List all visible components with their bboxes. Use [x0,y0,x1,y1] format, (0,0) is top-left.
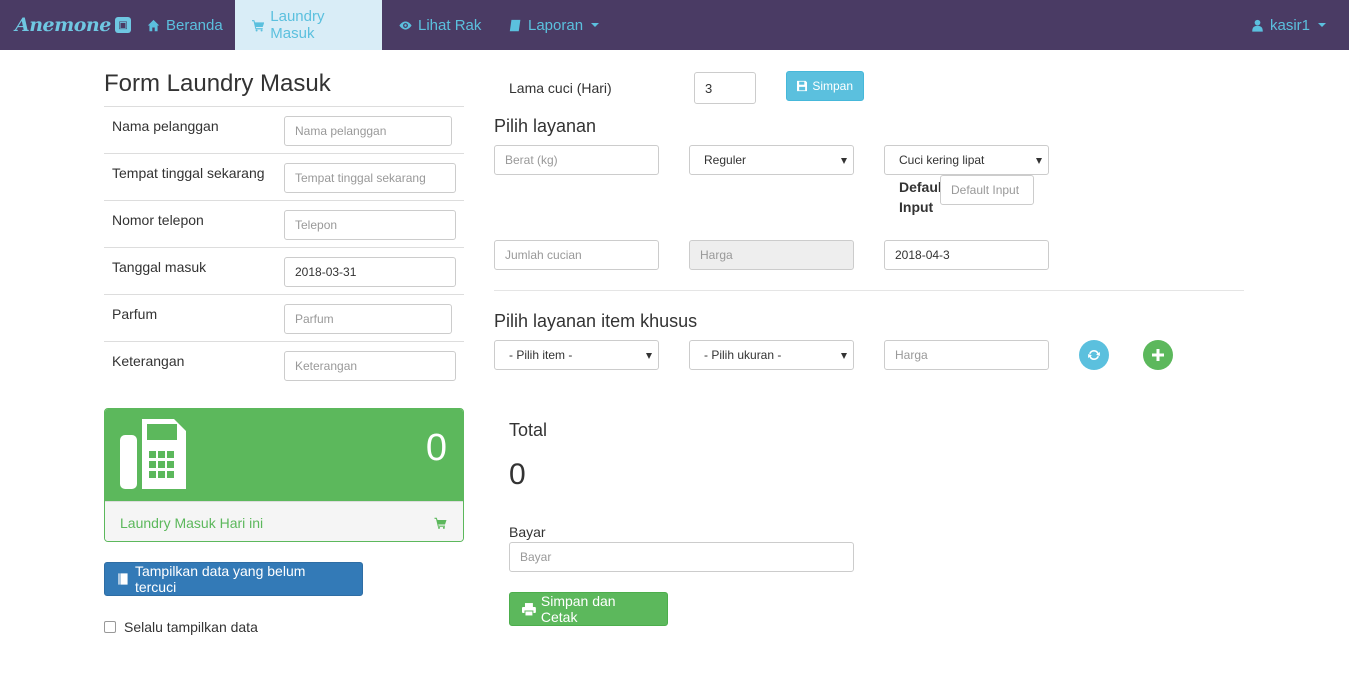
special-item-select[interactable]: - Pilih item - [494,340,659,370]
save-button[interactable]: Simpan [786,71,864,101]
save-print-label: Simpan dan Cetak [540,593,616,625]
chevron-down-icon [591,23,600,27]
eye-icon [399,20,412,30]
wash-duration-input[interactable]: 3 [694,72,756,104]
nav-item-lihat-rak[interactable]: Lihat Rak [384,0,496,50]
field-label: Parfum [112,306,158,322]
phone-input[interactable]: Telepon [284,210,456,240]
form-row-nama: Nama pelanggan Nama pelanggan [104,106,464,153]
customer-name-input[interactable]: Nama pelanggan [284,116,452,146]
date-out-input[interactable]: 2018-04-3 [884,240,1049,270]
book-icon [117,572,129,586]
brand-badge-icon: ▣ [114,17,131,33]
nav-label-laporan: Laporan [528,16,584,34]
nav-label-beranda: Beranda [166,16,223,34]
today-count: 0 [425,427,447,469]
pay-label: Bayar [509,524,546,540]
show-unwashed-button[interactable]: Tampilkan data yang belum tercuci [104,562,363,596]
total-label: Total [509,420,548,440]
special-price-input[interactable]: Harga [884,340,1049,370]
field-label: Nama pelanggan [112,118,219,134]
save-label: Simpan [812,79,853,93]
panel-footer-label: Laundry Masuk Hari ini [120,515,264,531]
user-icon [1252,19,1263,32]
cart-icon [252,19,265,31]
floppy-icon [797,80,808,92]
brand-logo[interactable]: Anemone ▣ [15,12,131,38]
form-row-telepon: Nomor telepon Telepon [104,200,464,247]
nav-item-beranda[interactable]: Beranda [132,0,238,50]
service-section-title: Pilih layanan [494,116,597,136]
default-input-label-line2: Input [899,199,934,215]
panel-heading: 0 [105,409,463,501]
plus-icon [1152,349,1164,361]
customer-form-table: Nama pelanggan Nama pelanggan Tempat tin… [104,106,464,388]
always-show-label: Selalu tampilkan data [124,619,258,635]
service-select[interactable]: Cuci kering lipat [884,145,1049,175]
form-row-parfum: Parfum Parfum [104,294,464,341]
refresh-icon [1088,349,1100,361]
field-label: Keterangan [112,353,185,369]
form-row-keterangan: Keterangan Keterangan [104,341,464,388]
service-type-select[interactable]: Reguler [689,145,854,175]
pay-input[interactable]: Bayar [509,542,854,572]
field-label: Tanggal masuk [112,259,207,275]
total-value: 0 [509,458,526,491]
weight-input[interactable]: Berat (kg) [494,145,659,175]
book-icon [509,19,521,31]
default-input-label-line1: Defaul [899,179,942,195]
nav-label-lihat-rak: Lihat Rak [418,16,482,34]
field-label: Tempat tinggal sekarang [112,165,265,181]
size-select[interactable]: - Pilih ukuran - [689,340,854,370]
today-laundry-panel: 0 Laundry Masuk Hari ini [104,408,464,542]
panel-footer[interactable]: Laundry Masuk Hari ini [105,501,463,541]
form-row-tempat: Tempat tinggal sekarang Tempat tinggal s… [104,153,464,200]
chevron-down-icon [1318,23,1327,27]
special-service-title: Pilih layanan item khusus [494,311,698,331]
nav-item-laporan[interactable]: Laporan [494,0,614,50]
wash-duration-label: Lama cuci (Hari) [509,80,612,96]
perfume-input[interactable]: Parfum [284,304,452,334]
save-print-button[interactable]: Simpan dan Cetak [509,592,668,626]
quantity-input[interactable]: Jumlah cucian [494,240,659,270]
add-item-button[interactable] [1143,340,1173,370]
refresh-button[interactable] [1079,340,1109,370]
section-divider [494,290,1244,291]
cart-icon [434,517,447,529]
show-unwashed-label: Tampilkan data yang belum tercuci [134,563,306,595]
notes-input[interactable]: Keterangan [284,351,456,381]
print-icon [522,602,536,616]
field-label: Nomor telepon [112,212,204,228]
nav-item-laundry-masuk[interactable]: Laundry Masuk [235,0,382,50]
address-input[interactable]: Tempat tinggal sekarang [284,163,456,193]
date-in-input[interactable]: 2018-03-31 [284,257,456,287]
form-row-tanggal: Tanggal masuk 2018-03-31 [104,247,464,294]
user-menu[interactable]: kasir1 [1236,0,1341,50]
user-name: kasir1 [1270,16,1311,34]
price-input: Harga [689,240,854,270]
top-navbar: Anemone ▣ Beranda Laundry Masuk Lihat Ra… [0,0,1349,50]
always-show-checkbox[interactable] [104,621,116,633]
fax-icon [120,419,186,489]
brand-name: Anemone [15,14,111,36]
home-icon [147,19,160,31]
default-input[interactable]: Default Input [940,175,1034,205]
page-title: Form Laundry Masuk [104,70,331,97]
nav-label-laundry-masuk: Laundry Masuk [270,8,325,42]
